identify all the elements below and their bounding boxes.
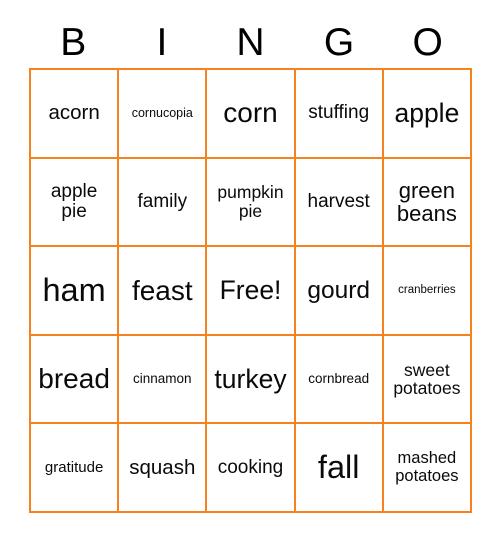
- bingo-cell[interactable]: gratitude: [31, 424, 120, 513]
- bingo-cell[interactable]: feast: [119, 247, 208, 336]
- bingo-header-row: B I N G O: [29, 17, 472, 68]
- bingo-cell-label: bread: [38, 363, 110, 395]
- bingo-cell-label: cornucopia: [131, 105, 193, 120]
- bingo-cell-label: cooking: [217, 456, 284, 478]
- bingo-cell-label: cornbread: [308, 370, 370, 386]
- bingo-cell-label: gratitude: [44, 458, 104, 476]
- bingo-cell-label: ham: [42, 272, 106, 309]
- bingo-cell[interactable]: apple pie: [31, 158, 120, 248]
- bingo-cell[interactable]: pumpkin pie: [207, 158, 296, 248]
- bingo-cell[interactable]: green beans: [383, 158, 472, 248]
- bingo-cell[interactable]: cranberries: [383, 247, 472, 336]
- bingo-cell-label: cranberries: [398, 284, 456, 297]
- bingo-cell[interactable]: corn: [207, 70, 296, 159]
- bingo-cell-label: corn: [223, 97, 278, 129]
- bingo-header-letter-n: N: [236, 20, 265, 64]
- bingo-cell-label: squash: [129, 455, 196, 479]
- bingo-cell-label: pumpkin pie: [217, 182, 284, 221]
- bingo-cell[interactable]: sweet potatoes: [383, 335, 472, 425]
- bingo-cell-label: feast: [131, 274, 193, 306]
- bingo-cell[interactable]: apple: [383, 70, 472, 159]
- bingo-cell[interactable]: fall: [295, 424, 384, 513]
- bingo-cell-label: green beans: [396, 177, 457, 226]
- bingo-card: B I N G O acorn cornucopia corn stuffing app…: [0, 0, 501, 544]
- bingo-cell-label: Free!: [219, 275, 282, 306]
- bingo-header-letter-i: I: [156, 20, 168, 64]
- bingo-header-letter-o: O: [412, 20, 443, 64]
- bingo-cell-label: fall: [317, 449, 360, 486]
- bingo-cell[interactable]: cornbread: [295, 335, 384, 425]
- bingo-cell[interactable]: mashed potatoes: [383, 424, 472, 513]
- bingo-cell-label: turkey: [214, 364, 287, 395]
- bingo-cell[interactable]: cooking: [207, 424, 296, 513]
- bingo-cell[interactable]: acorn: [31, 70, 120, 159]
- bingo-header-letter-g: G: [323, 20, 355, 64]
- bingo-free-space-cell[interactable]: Free!: [207, 247, 296, 336]
- bingo-cell-label: mashed potatoes: [395, 449, 459, 485]
- bingo-cell[interactable]: harvest: [295, 158, 384, 248]
- bingo-cell-label: apple: [394, 98, 460, 129]
- bingo-cell[interactable]: squash: [119, 424, 208, 513]
- bingo-cell[interactable]: turkey: [207, 335, 296, 425]
- bingo-cell[interactable]: ham: [31, 247, 120, 336]
- bingo-header-letter-b: B: [60, 20, 87, 64]
- bingo-cell-label: acorn: [48, 101, 100, 125]
- bingo-cell-label: cinnamon: [133, 370, 192, 386]
- bingo-cell[interactable]: bread: [31, 335, 120, 425]
- bingo-grid: acorn cornucopia corn stuffing apple apple pi…: [29, 68, 472, 513]
- bingo-cell-label: family: [137, 190, 188, 212]
- bingo-cell[interactable]: stuffing: [295, 70, 384, 159]
- bingo-cell[interactable]: cinnamon: [119, 335, 208, 425]
- bingo-cell-label: stuffing: [308, 102, 370, 124]
- bingo-cell[interactable]: family: [119, 158, 208, 248]
- bingo-cell-label: harvest: [307, 190, 370, 212]
- bingo-cell[interactable]: cornucopia: [119, 70, 208, 159]
- bingo-cell-label: apple pie: [50, 180, 98, 222]
- bingo-cell-label: sweet potatoes: [393, 359, 461, 399]
- bingo-cell-label: gourd: [307, 276, 371, 304]
- bingo-cell[interactable]: gourd: [295, 247, 384, 336]
